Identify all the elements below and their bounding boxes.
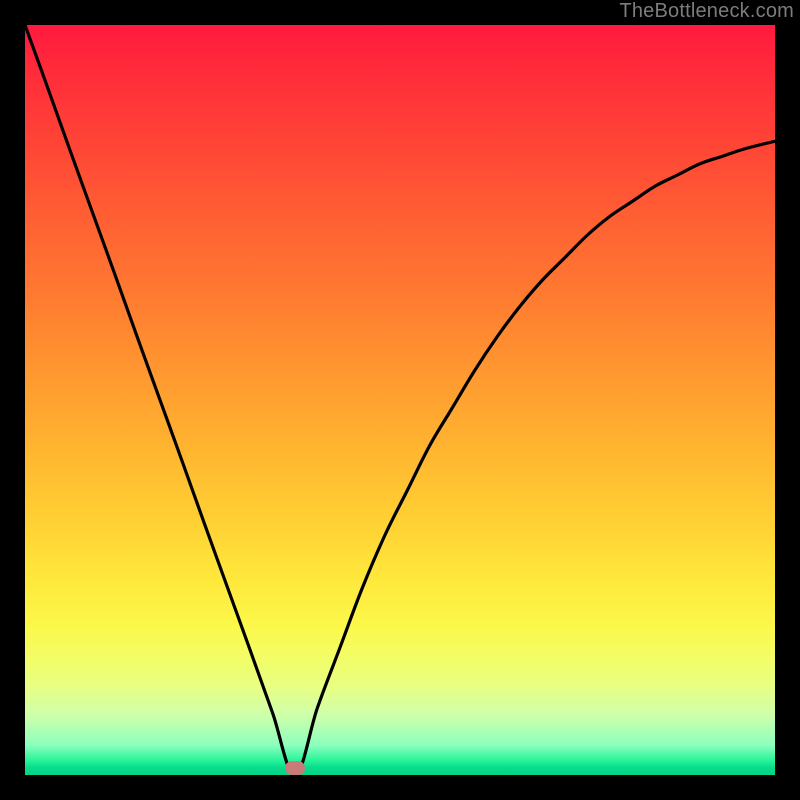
bottleneck-curve <box>25 25 775 775</box>
chart-frame: TheBottleneck.com <box>0 0 800 800</box>
plot-area <box>25 25 775 775</box>
watermark-text: TheBottleneck.com <box>619 0 794 23</box>
optimal-point-marker <box>285 761 305 775</box>
